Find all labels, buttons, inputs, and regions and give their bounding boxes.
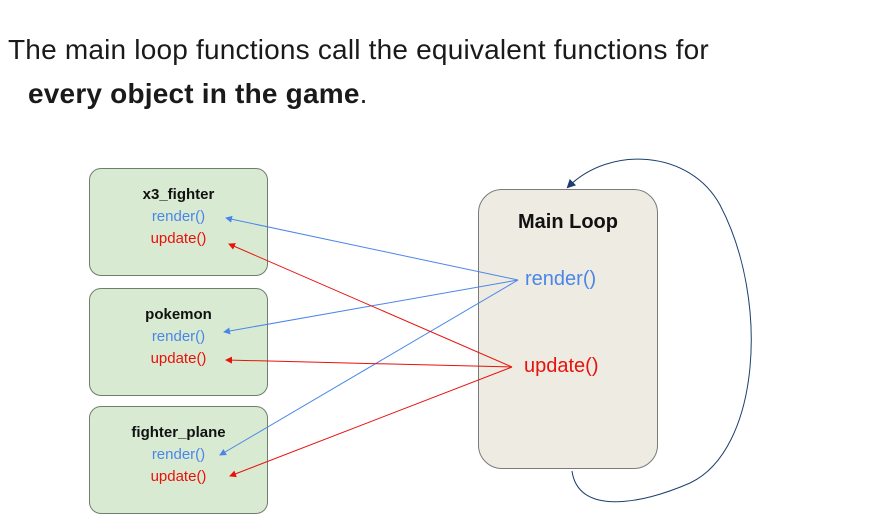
arrows-layer: [219, 158, 752, 503]
update-arrow-to-x3-fighter: [228, 243, 513, 368]
loop-cycle-arrow: [566, 158, 752, 503]
render-arrow-to-x3-fighter: [225, 215, 519, 281]
update-arrow-to-pokemon: [225, 356, 513, 368]
update-arrow-to-fighter-plane: [229, 366, 513, 478]
